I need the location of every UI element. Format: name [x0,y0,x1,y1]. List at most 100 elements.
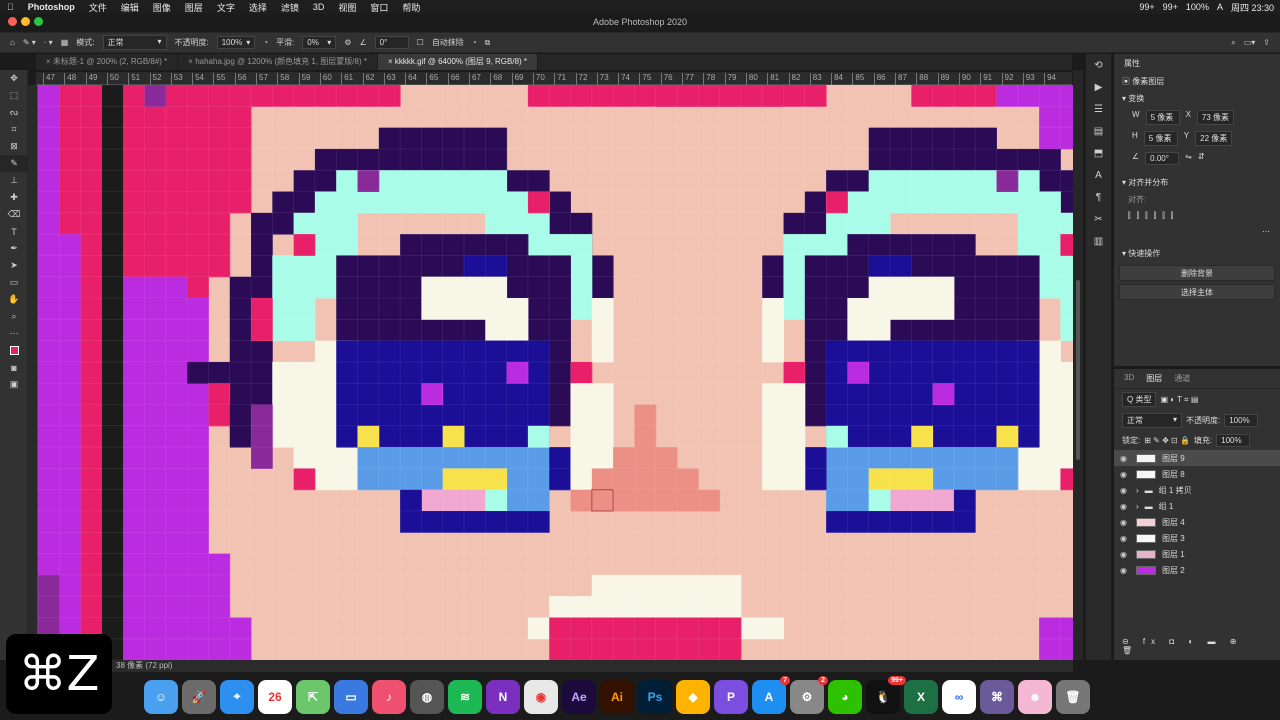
y-field[interactable]: 22 像素 [1195,131,1233,146]
properties-icon[interactable]: ☰ [1086,98,1111,120]
tab-layers[interactable]: 图层 [1146,373,1162,384]
layer-filter-select[interactable]: Q 类型 [1122,392,1157,407]
flip-horizontal-icon[interactable]: ⇋ [1185,152,1192,165]
home-icon[interactable]: ⌂ [10,38,15,47]
screen-mode-icon[interactable]: ▣ [0,376,28,393]
flip-vertical-icon[interactable]: ⇵ [1198,152,1205,165]
select-subject-button[interactable]: 选择主体 [1119,284,1275,300]
menu-image[interactable]: 图像 [146,1,178,14]
eraser-tool-icon[interactable]: ⌫ [0,206,28,223]
layer-row[interactable]: ◉ 图层 3 [1114,530,1280,546]
canvas-scrollbar[interactable] [1073,70,1083,660]
menu-3d[interactable]: 3D [306,2,332,12]
menu-type[interactable]: 文字 [210,1,242,14]
maps-icon[interactable]: ⇱ [296,679,330,714]
tab-document-active[interactable]: × kkkkk.gif @ 6400% (图层 9, RGB/8) * [377,54,539,70]
avatar-icon[interactable]: ☻ [1018,679,1052,714]
layer-group-row[interactable]: ◉ › ▬ 组 1 拷贝 [1114,482,1280,498]
layer-actions[interactable]: ⊝ fx ◘ ◐ ▬ ⊕ 🗑 [1114,634,1274,658]
trash-icon[interactable]: 🗑 [1056,679,1090,714]
qq-icon[interactable]: 🐧 99+ [866,675,906,714]
fill-field[interactable]: 100% [1216,434,1251,447]
clock[interactable]: 周四 23:30 [1231,1,1274,14]
path-select-tool-icon[interactable]: ➤ [0,257,28,274]
rotation-field[interactable]: 0.00° [1145,152,1180,165]
layer-row[interactable]: ◉ 图层 4 [1114,514,1280,530]
color-swatches-icon[interactable] [0,342,28,359]
adjustments-icon[interactable]: ⬒ [1086,142,1111,164]
type-tool-icon[interactable]: T [0,223,28,240]
hand-tool-icon[interactable]: ✋ [0,291,28,308]
shape-tool-icon[interactable]: ▭ [0,274,28,291]
keynote-icon[interactable]: ▭ [334,679,368,714]
menu-edit[interactable]: 编辑 [114,1,146,14]
align-buttons[interactable]: ⫿⫿⫿⫿⫿⫿ [1114,208,1280,224]
qq-status-count[interactable]: 99+ [1139,2,1154,12]
pressure-size-icon[interactable]: ◔ [472,38,477,47]
spotify-icon[interactable]: ≋ [448,679,482,714]
brush-settings-icon[interactable]: ▥ [1086,230,1111,252]
pen-tool-icon[interactable]: ✒ [0,240,28,257]
share-icon[interactable]: ⇪ [1263,38,1280,47]
menu-select[interactable]: 选择 [242,1,274,14]
angle-field[interactable]: 0° [374,36,409,49]
chrome-icon[interactable]: ◉ [524,679,558,714]
play-icon[interactable]: ▶ [1086,76,1111,98]
menu-help[interactable]: 帮助 [395,1,427,14]
x-field[interactable]: 73 像素 [1196,110,1235,125]
eye-icon[interactable]: ◉ [1120,534,1130,543]
photo-booth-icon[interactable]: ◍ [410,679,444,714]
tools-icon[interactable]: ✂ [1086,208,1111,230]
close-window-button[interactable] [8,17,17,26]
battery-percent[interactable]: 100% [1186,2,1209,12]
quick-mask-icon[interactable]: ◙ [0,359,28,376]
layer-opacity-field[interactable]: 100% [1224,414,1259,427]
onenote-icon[interactable]: N [486,679,520,714]
layer-row[interactable]: ◉ 图层 9 [1114,450,1280,466]
brush-panel-icon[interactable]: ▦ [61,38,69,47]
menu-window[interactable]: 窗口 [363,1,395,14]
move-tool-icon[interactable]: ✥ [0,70,28,87]
history-icon[interactable]: ⟲ [1086,54,1111,76]
blend-mode-select[interactable]: 正常 ▾ [1122,413,1182,428]
auto-erase-checkbox[interactable]: ☐ [417,38,424,47]
character-icon[interactable]: A [1086,164,1111,186]
tab-document[interactable]: × 未标题-1 @ 200% (2, RGB/8#) * [36,54,179,70]
workspace-icon[interactable]: ▭▾ [1244,38,1256,47]
sketchbook-icon[interactable]: ⌘ [980,679,1014,714]
after-effects-icon[interactable]: Ae [562,679,596,714]
search-icon[interactable]: ⌕ [1231,38,1235,48]
layer-row[interactable]: ◉ 图层 1 [1114,546,1280,562]
launchpad-icon[interactable]: 🚀 [182,679,216,714]
eye-icon[interactable]: ◉ [1120,518,1130,527]
height-field[interactable]: 5 像素 [1143,131,1178,146]
tab-3d[interactable]: 3D [1124,373,1134,384]
finder-icon[interactable]: ☺ [144,679,178,714]
music-icon[interactable]: ♪ [372,679,406,714]
paragraph-icon[interactable]: ¶ [1086,186,1111,208]
system-preferences-icon[interactable]: ⚙ 2 [790,675,828,714]
sketch-icon[interactable]: ◆ [676,679,710,714]
crop-tool-icon[interactable]: ⌗ [0,121,28,138]
eye-icon[interactable]: ◉ [1120,502,1130,511]
eye-icon[interactable]: ◉ [1120,550,1130,559]
menu-view[interactable]: 视图 [331,1,363,14]
eye-icon[interactable]: ◉ [1120,454,1130,463]
eye-icon[interactable]: ◉ [1120,470,1130,479]
apple-menu-icon[interactable]:  [0,2,21,12]
marquee-tool-icon[interactable]: ⬚ [0,87,28,104]
remove-background-button[interactable]: 删除背景 [1119,265,1275,281]
safari-icon[interactable]: ⌖ [220,679,254,714]
quick-actions-header[interactable]: ▾ 快速操作 [1114,245,1280,262]
align-header[interactable]: ▾ 对齐并分布 [1114,174,1280,191]
chevron-right-icon[interactable]: › [1136,486,1139,495]
pressure-opacity-icon[interactable]: ◔ [263,38,268,47]
pixel-art-canvas[interactable] [38,85,1073,661]
excel-icon[interactable]: X [904,679,938,714]
photoshop-icon[interactable]: Ps [638,679,672,714]
width-field[interactable]: 5 像素 [1145,110,1180,125]
minimize-window-button[interactable] [21,17,30,26]
eye-icon[interactable]: ◉ [1120,566,1130,575]
menu-file[interactable]: 文件 [82,1,114,14]
healing-tool-icon[interactable]: ✚ [0,189,28,206]
